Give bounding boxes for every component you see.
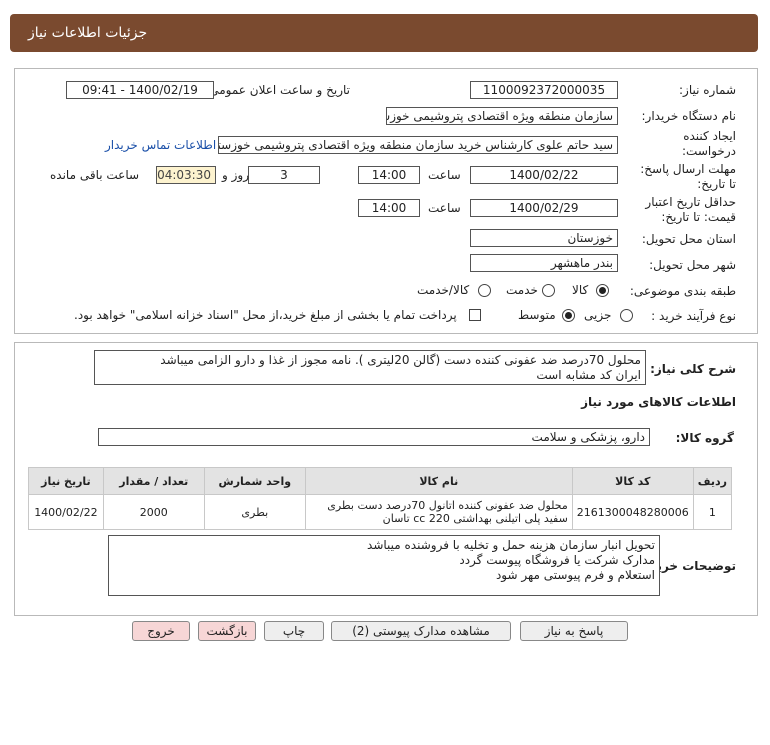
validity-label: حداقل تاریخ اعتبار قیمت: تا تاریخ: <box>645 195 736 224</box>
reply-time-label: ساعت <box>428 168 461 182</box>
category-option-service: خدمت <box>506 283 538 297</box>
attachments-button[interactable]: مشاهده مدارک پیوستی (2) <box>331 621 511 641</box>
goods-group-field: دارو، پزشکی و سلامت <box>98 428 650 446</box>
creator-label: ایجاد کننده درخواست: <box>682 129 736 158</box>
process-radio-minor[interactable] <box>620 309 633 322</box>
col-row: ردیف <box>692 467 733 495</box>
buyer-contact-link[interactable]: اطلاعات تماس خریدار <box>105 138 216 152</box>
col-name: نام کالا <box>304 467 573 495</box>
province-field: خوزستان <box>470 229 618 247</box>
category-radio-service[interactable] <box>542 284 555 297</box>
remaining-label: ساعت باقی مانده <box>50 168 140 182</box>
validity-time-field: 14:00 <box>358 199 420 217</box>
cell-date: 1400/02/22 <box>28 494 104 530</box>
category-label: طبقه بندی موضوعی: <box>629 284 736 298</box>
remaining-time-field: 04:03:30 <box>156 166 216 184</box>
buyer-notes-field: تحویل انبار سازمان هزینه حمل و تخلیه با … <box>108 535 660 596</box>
col-unit: واحد شمارش <box>203 467 306 495</box>
page-title: جزئیات اطلاعات نیاز <box>28 25 148 41</box>
category-option-goods-service: کالا/خدمت <box>417 283 470 297</box>
exit-button[interactable]: خروج <box>132 621 190 641</box>
validity-date-field: 1400/02/29 <box>470 199 618 217</box>
city-field: بندر ماهشهر <box>470 254 618 272</box>
reply-deadline-label: مهلت ارسال پاسخ: تا تاریخ: <box>640 162 736 191</box>
days-count-field: 3 <box>248 166 320 184</box>
province-label: استان محل تحویل: <box>641 232 736 246</box>
table-row: 1 2161300048280006 محلول ضد عفونی کننده … <box>28 494 733 530</box>
reply-time-field: 14:00 <box>358 166 420 184</box>
city-label: شهر محل تحویل: <box>649 258 736 272</box>
announce-label: تاریخ و ساعت اعلان عمومی: <box>205 83 350 97</box>
cell-qty: 2000 <box>102 494 205 530</box>
treasury-checkbox[interactable] <box>469 309 481 321</box>
cell-row: 1 <box>692 494 733 530</box>
category-radio-goods[interactable] <box>596 284 609 297</box>
col-date: تاریخ نیاز <box>28 467 104 495</box>
goods-table: ردیف کد کالا نام کالا واحد شمارش تعداد /… <box>28 467 733 530</box>
col-qty: تعداد / مقدار <box>102 467 205 495</box>
category-radio-goods-service[interactable] <box>478 284 491 297</box>
cell-unit: بطری <box>203 494 306 530</box>
process-option-medium: متوسط <box>518 308 556 322</box>
announce-field: 1400/02/19 - 09:41 <box>66 81 214 99</box>
goods-table-header: ردیف کد کالا نام کالا واحد شمارش تعداد /… <box>28 467 733 495</box>
buyer-label: نام دستگاه خریدار: <box>641 109 737 123</box>
description-field: محلول 70درصد ضد عفونی کننده دست (گالن 20… <box>94 350 646 385</box>
need-number-label: شماره نیاز: <box>679 83 736 97</box>
page-header: جزئیات اطلاعات نیاز <box>10 14 758 52</box>
description-label: شرح کلی نیاز: <box>650 362 736 376</box>
goods-group-label: گروه کالا: <box>675 431 734 445</box>
buyer-field: سازمان منطقه ویژه اقتصادی پتروشیمی خوزست… <box>386 107 618 125</box>
back-button[interactable]: بازگشت <box>198 621 256 641</box>
validity-time-label: ساعت <box>428 201 461 215</box>
col-code: کد کالا <box>571 467 694 495</box>
days-label: روز و <box>222 168 249 182</box>
reply-button[interactable]: پاسخ به نیاز <box>520 621 628 641</box>
cell-name: محلول ضد عفونی کننده اتانول 70درصد دست ب… <box>304 494 573 530</box>
need-number-field: 1100092372000035 <box>470 81 618 99</box>
creator-field: سید حاتم علوی کارشناس خرید سازمان منطقه … <box>218 136 618 154</box>
goods-section-title: اطلاعات کالاهای مورد نیاز <box>581 395 736 409</box>
print-button[interactable]: چاپ <box>264 621 324 641</box>
process-radio-medium[interactable] <box>562 309 575 322</box>
reply-date-field: 1400/02/22 <box>470 166 618 184</box>
category-option-goods: کالا <box>572 283 589 297</box>
cell-code: 2161300048280006 <box>571 494 694 530</box>
payment-note: پرداخت تمام یا بخشی از مبلغ خرید،از محل … <box>74 308 457 322</box>
process-label: نوع فرآیند خرید : <box>651 309 736 323</box>
process-option-minor: جزیی <box>584 308 612 322</box>
